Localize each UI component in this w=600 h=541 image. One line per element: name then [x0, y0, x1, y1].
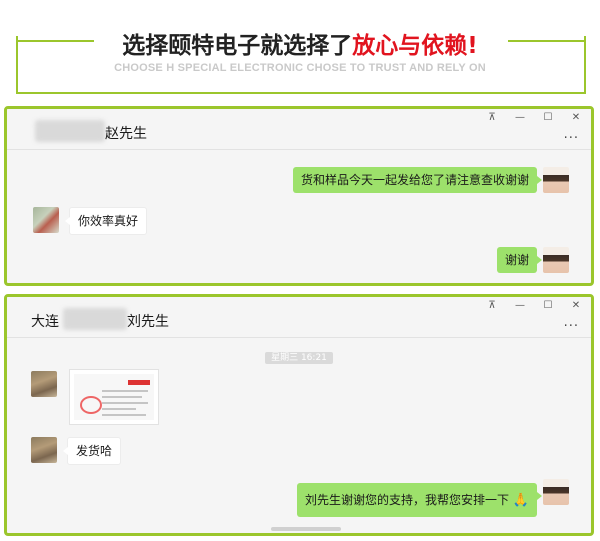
- redacted-name: [35, 120, 105, 142]
- banner-title: 选择颐特电子就选择了放心与依赖!: [16, 26, 584, 60]
- contact-name: 赵先生: [105, 126, 147, 142]
- avatar[interactable]: [33, 207, 59, 233]
- more-icon[interactable]: ···: [564, 131, 579, 146]
- contact-name: 刘先生: [127, 314, 169, 330]
- pray-emoji-icon: 🙏: [512, 493, 529, 508]
- message-bubble-sent[interactable]: 谢谢: [496, 247, 543, 273]
- more-icon[interactable]: ···: [564, 319, 579, 334]
- document-image: [74, 374, 154, 420]
- pin-icon[interactable]: ⊼: [485, 299, 499, 313]
- avatar[interactable]: [543, 247, 569, 273]
- maximize-icon[interactable]: ☐: [541, 299, 555, 313]
- pin-icon[interactable]: ⊼: [485, 111, 499, 125]
- minimize-icon[interactable]: —: [513, 111, 527, 125]
- avatar[interactable]: [543, 167, 569, 193]
- stamp-icon: [80, 396, 102, 414]
- close-icon[interactable]: ✕: [569, 111, 583, 125]
- message-bubble-sent[interactable]: 刘先生谢谢您的支持，我帮您安排一下 🙏: [296, 483, 543, 517]
- avatar[interactable]: [31, 371, 57, 397]
- message-bubble-received[interactable]: 你效率真好: [64, 207, 148, 235]
- message-text: 刘先生谢谢您的支持，我帮您安排一下: [304, 493, 509, 507]
- window-controls: ⊼ — ☐ ✕: [485, 111, 583, 125]
- banner-title-main: 选择颐特电子就选择了: [122, 33, 353, 59]
- image-message[interactable]: [69, 369, 159, 425]
- redacted-name: [63, 308, 127, 330]
- scrollbar[interactable]: [271, 527, 341, 531]
- chat-window-liu: 大连 刘先生 ⊼ — ☐ ✕ ··· 星期三 16:21 发货哈 刘先生谢谢您的…: [4, 294, 594, 536]
- minimize-icon[interactable]: —: [513, 299, 527, 313]
- avatar[interactable]: [543, 479, 569, 505]
- avatar[interactable]: [31, 437, 57, 463]
- contact-name-prefix: 大连: [31, 314, 59, 330]
- banner-subtitle: CHOOSE H SPECIAL ELECTRONIC CHOSE TO TRU…: [114, 62, 486, 74]
- banner-title-highlight: 放心与依赖!: [352, 33, 478, 59]
- close-icon[interactable]: ✕: [569, 299, 583, 313]
- message-timestamp: 星期三 16:21: [7, 345, 591, 364]
- chat-window-zhao: 赵先生 ⊼ — ☐ ✕ ··· 货和样品今天一起发给您了请注意查收谢谢 你效率真…: [4, 106, 594, 286]
- maximize-icon[interactable]: ☐: [541, 111, 555, 125]
- header-banner: 选择颐特电子就选择了放心与依赖! CHOOSE H SPECIAL ELECTR…: [16, 10, 586, 96]
- message-bubble-received[interactable]: 发货哈: [62, 437, 122, 465]
- window-controls: ⊼ — ☐ ✕: [485, 299, 583, 313]
- chat-titlebar: 赵先生 ⊼ — ☐ ✕ ···: [7, 109, 591, 150]
- message-bubble-sent[interactable]: 货和样品今天一起发给您了请注意查收谢谢: [292, 167, 543, 193]
- chat-titlebar: 大连 刘先生 ⊼ — ☐ ✕ ···: [7, 297, 591, 338]
